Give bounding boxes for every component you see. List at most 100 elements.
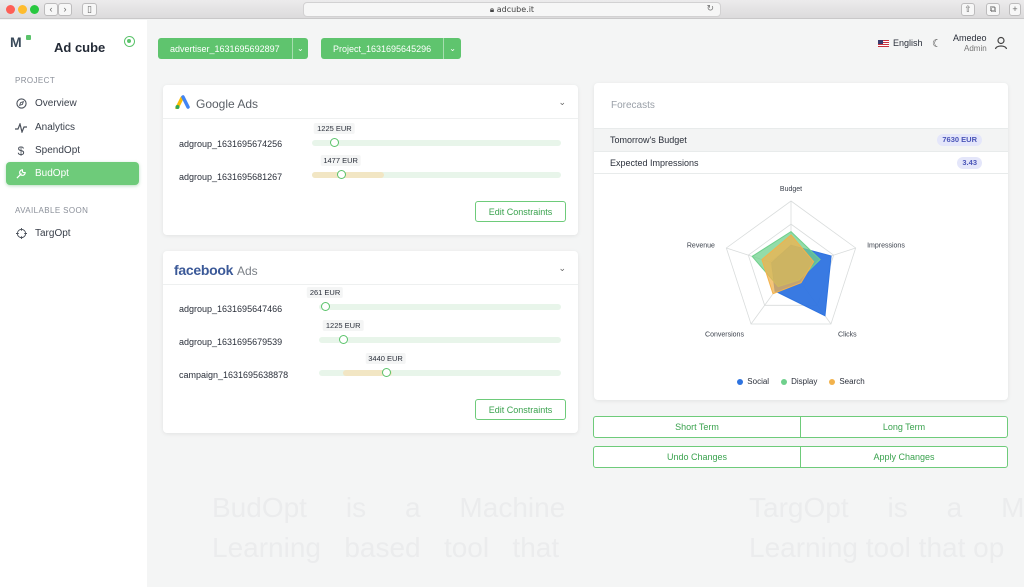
- sidebar-item-label: TargOpt: [35, 228, 71, 239]
- background-text: Learning tool that op: [749, 532, 1005, 563]
- budget-slider-track[interactable]: 3440 EUR: [319, 353, 561, 377]
- project-dropdown-label: Project_1631695645296: [333, 43, 432, 54]
- moon-icon[interactable]: ☾: [932, 37, 942, 50]
- crosshair-icon: [15, 228, 27, 240]
- chevron-down-icon[interactable]: ⌄: [558, 263, 566, 274]
- chart-legend: Social Display Search: [594, 377, 1008, 386]
- adgroup-label: adgroup_1631695647466: [179, 304, 283, 314]
- edit-constraints-button[interactable]: Edit Constraints: [475, 399, 566, 420]
- radar-axis-label: Clicks: [838, 332, 857, 339]
- sidebar-item-label: SpendOpt: [35, 145, 81, 156]
- forward-arrow-icon[interactable]: ›: [58, 3, 72, 16]
- slider-value-tooltip: 1225 EUR: [322, 320, 364, 331]
- tabs-icon[interactable]: ⧉: [986, 3, 1000, 16]
- slider-handle[interactable]: [381, 368, 391, 377]
- forecast-value-badge: 7630 EUR: [937, 134, 982, 146]
- budget-slider-track[interactable]: 1225 EUR: [319, 320, 561, 344]
- radar-chart: Budget Impressions Clicks Conversions Revenu…: [687, 186, 905, 339]
- budget-slider-track[interactable]: 261 EUR: [306, 287, 561, 311]
- address-text: adcube.it: [496, 5, 535, 14]
- address-bar[interactable]: 🔒︎ adcube.it ↻: [303, 2, 721, 17]
- chevron-down-icon[interactable]: ⌄: [558, 97, 566, 108]
- facebook-ads-title: facebook Ads: [174, 262, 258, 278]
- sidebar-item-spendopt[interactable]: $ SpendOpt: [6, 139, 139, 162]
- user-role: Admin: [964, 44, 987, 53]
- chevron-down-icon: ⌄: [291, 38, 308, 59]
- sidebar-item-budopt[interactable]: BudOpt: [6, 162, 139, 185]
- user-icon[interactable]: [994, 36, 1008, 50]
- slider-value-tooltip: 3440 EUR: [365, 353, 406, 364]
- reload-icon[interactable]: ↻: [706, 3, 714, 16]
- radar-axis-label: Revenue: [687, 242, 715, 249]
- background-text: BudOpt is a Machine: [212, 492, 566, 523]
- us-flag-icon: [878, 39, 889, 47]
- facebook-ads-card: facebook Ads ⌄ adgroup_1631695647466 261…: [163, 251, 578, 433]
- google-ads-card: Google Ads ⌄ adgroup_1631695674256 1225 …: [163, 85, 578, 235]
- radar-axis-label: Conversions: [705, 332, 744, 339]
- sidebar-item-analytics[interactable]: Analytics: [6, 116, 139, 139]
- maximize-window-button[interactable]: [30, 5, 39, 14]
- forecast-value-badge: 3.43: [957, 157, 982, 169]
- advertiser-dropdown[interactable]: advertiser_1631695692897 ⌄: [158, 38, 308, 59]
- adgroup-label: adgroup_1631695674256: [179, 139, 283, 149]
- change-actions: Undo Changes Apply Changes: [593, 446, 1008, 468]
- legend-item-social[interactable]: Social: [737, 377, 769, 386]
- app-title: Ad cube: [54, 40, 106, 55]
- slider-handle[interactable]: [336, 170, 346, 179]
- undo-changes-button[interactable]: Undo Changes: [594, 447, 800, 467]
- slider-handle[interactable]: [321, 302, 331, 311]
- language-label: English: [893, 38, 923, 48]
- sidebar-item-label: BudOpt: [35, 168, 69, 179]
- new-tab-icon[interactable]: +: [1009, 3, 1021, 16]
- compass-icon: [15, 98, 27, 110]
- background-text: Learning based tool that: [212, 532, 560, 563]
- advertiser-dropdown-label: advertiser_1631695692897: [170, 43, 280, 54]
- forecast-row-impressions: Expected Impressions 3.43: [594, 151, 1008, 174]
- radar-axis-label: Budget: [780, 186, 802, 193]
- forecast-row-budget: Tomorrow's Budget 7630 EUR: [594, 128, 1008, 151]
- sidebar: M Ad cube PROJECT Overview Analytics $ S…: [0, 20, 147, 587]
- browser-toolbar: ‹ › ▯ 🔒︎ adcube.it ↻ ⇧ ⧉ +: [0, 0, 1024, 19]
- project-dropdown[interactable]: Project_1631695645296 ⌄: [321, 38, 461, 59]
- chevron-down-icon: ⌄: [443, 38, 461, 59]
- budget-slider-track[interactable]: 1477 EUR: [312, 155, 561, 179]
- forecasts-title: Forecasts: [611, 100, 655, 111]
- legend-item-search[interactable]: Search: [829, 377, 865, 386]
- campaign-label: campaign_1631695638878: [179, 370, 289, 380]
- chart-line-icon: [15, 122, 27, 134]
- slider-value-tooltip: 1225 EUR: [314, 123, 355, 134]
- forecast-label: Tomorrow's Budget: [610, 135, 687, 145]
- sidebar-pin-toggle[interactable]: [124, 36, 135, 47]
- long-term-button[interactable]: Long Term: [800, 417, 1007, 437]
- allowed-range-band: [312, 172, 385, 178]
- budget-slider-track[interactable]: 1225 EUR: [312, 123, 561, 147]
- apply-changes-button[interactable]: Apply Changes: [800, 447, 1007, 467]
- term-toggle: Short Term Long Term: [593, 416, 1008, 438]
- edit-constraints-button[interactable]: Edit Constraints: [475, 201, 566, 222]
- sidebar-item-label: Analytics: [35, 122, 76, 133]
- adgroup-label: adgroup_1631695679539: [179, 337, 283, 347]
- lock-icon: 🔒︎: [489, 5, 495, 14]
- section-label-project: PROJECT: [15, 76, 56, 85]
- slider-handle[interactable]: [339, 335, 349, 344]
- back-arrow-icon[interactable]: ‹: [44, 3, 58, 16]
- language-selector[interactable]: English: [878, 38, 923, 48]
- background-text: TargOpt is a M: [749, 492, 1024, 523]
- sidebar-item-targopt[interactable]: TargOpt: [6, 222, 139, 245]
- user-name: Amedeo: [953, 33, 987, 43]
- short-term-button[interactable]: Short Term: [594, 417, 800, 437]
- section-label-soon: AVAILABLE SOON: [15, 206, 89, 215]
- close-window-button[interactable]: [6, 5, 15, 14]
- slider-handle[interactable]: [330, 138, 340, 147]
- share-icon[interactable]: ⇧: [961, 3, 975, 16]
- sidebar-toggle-icon[interactable]: ▯: [82, 3, 97, 16]
- dollar-icon: $: [17, 143, 25, 158]
- minimize-window-button[interactable]: [18, 5, 27, 14]
- google-ads-icon: [175, 95, 190, 109]
- sidebar-item-overview[interactable]: Overview: [6, 92, 139, 115]
- app-logo: M: [10, 34, 32, 54]
- legend-item-display[interactable]: Display: [781, 377, 817, 386]
- google-ads-header[interactable]: Google Ads ⌄: [163, 85, 578, 119]
- facebook-ads-header[interactable]: facebook Ads ⌄: [163, 251, 578, 285]
- forecast-label: Expected Impressions: [610, 157, 699, 168]
